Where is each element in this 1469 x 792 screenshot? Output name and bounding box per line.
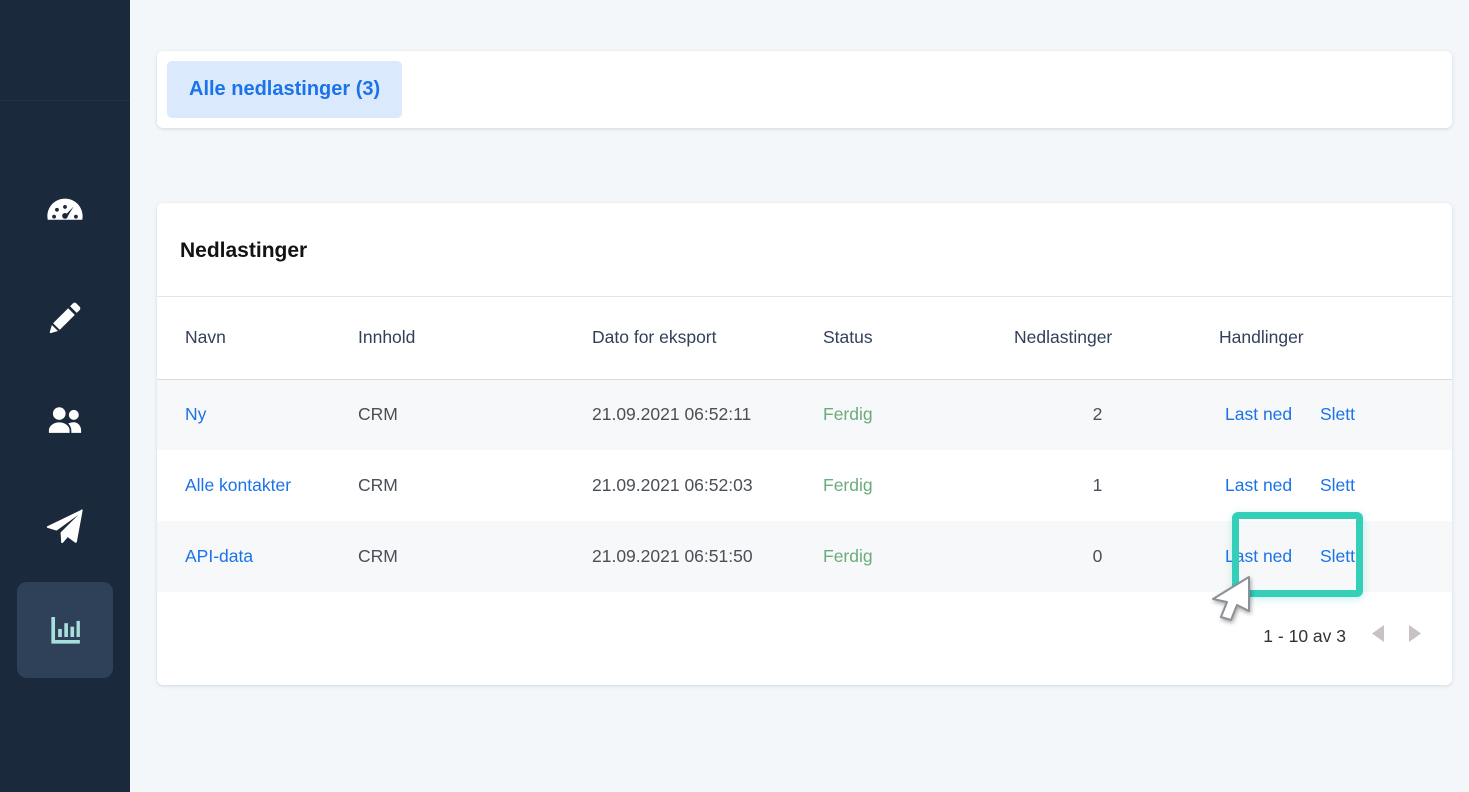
downloads-card: Nedlastinger Navn Innhold Dato for ekspo… — [157, 203, 1452, 685]
status-badge: Ferdig — [823, 546, 873, 566]
table-header-row: Navn Innhold Dato for eksport Status Ned… — [157, 297, 1452, 379]
cell-innhold: CRM — [358, 521, 592, 592]
tab-alle-nedlastinger[interactable]: Alle nedlastinger (3) — [167, 61, 402, 118]
sidebar-item-reports[interactable] — [17, 578, 113, 682]
cell-status: Ferdig — [823, 450, 1014, 521]
slett-link[interactable]: Slett — [1320, 546, 1355, 567]
pencil-icon — [44, 297, 86, 339]
sidebar-nav — [17, 162, 113, 682]
column-header-navn[interactable]: Navn — [157, 297, 358, 379]
cell-nedlastinger: 1 — [1014, 450, 1219, 521]
people-icon — [42, 399, 88, 445]
pagination-prev-button[interactable] — [1360, 618, 1396, 654]
cell-navn: Alle kontakter — [157, 450, 358, 521]
pagination: 1 - 10 av 3 — [1263, 618, 1432, 654]
cell-handlinger: Last ned Slett — [1219, 521, 1452, 592]
slett-link[interactable]: Slett — [1320, 404, 1355, 425]
cell-status: Ferdig — [823, 379, 1014, 450]
paper-plane-icon — [42, 503, 88, 549]
download-name-link[interactable]: API-data — [185, 546, 253, 566]
cell-dato: 21.09.2021 06:51:50 — [592, 521, 823, 592]
cell-handlinger: Last ned Slett — [1219, 450, 1452, 521]
sidebar-item-campaigns[interactable] — [17, 474, 113, 578]
sidebar-item-dashboard[interactable] — [17, 162, 113, 266]
gauge-icon — [42, 191, 88, 237]
sidebar-item-contacts[interactable] — [17, 370, 113, 474]
cell-dato: 21.09.2021 06:52:11 — [592, 379, 823, 450]
sidebar — [0, 0, 130, 792]
cell-innhold: CRM — [358, 379, 592, 450]
page-title: Nedlastinger — [180, 239, 307, 263]
cell-navn: Ny — [157, 379, 358, 450]
slett-link[interactable]: Slett — [1320, 475, 1355, 496]
column-header-status[interactable]: Status — [823, 297, 1014, 379]
column-header-dato[interactable]: Dato for eksport — [592, 297, 823, 379]
cell-status: Ferdig — [823, 521, 1014, 592]
sidebar-item-editor[interactable] — [17, 266, 113, 370]
cell-nedlastinger: 0 — [1014, 521, 1219, 592]
last-ned-link[interactable]: Last ned — [1225, 546, 1320, 567]
tabs-card: Alle nedlastinger (3) — [157, 51, 1452, 128]
sidebar-active-indicator — [17, 582, 113, 678]
row-actions: Last ned Slett — [1225, 404, 1452, 425]
table-row: Alle kontakter CRM 21.09.2021 06:52:03 F… — [157, 450, 1452, 521]
main-content: Alle nedlastinger (3) Nedlastinger Navn … — [130, 0, 1469, 792]
table-row: Ny CRM 21.09.2021 06:52:11 Ferdig 2 Last… — [157, 379, 1452, 450]
row-actions: Last ned Slett — [1225, 475, 1452, 496]
last-ned-link[interactable]: Last ned — [1225, 404, 1320, 425]
column-header-nedlastinger[interactable]: Nedlastinger — [1014, 297, 1219, 379]
app-window: Alle nedlastinger (3) Nedlastinger Navn … — [0, 0, 1469, 792]
cell-navn: API-data — [157, 521, 358, 592]
table-row: API-data CRM 21.09.2021 06:51:50 Ferdig … — [157, 521, 1452, 592]
status-badge: Ferdig — [823, 475, 873, 495]
pagination-range: 1 - 10 av 3 — [1263, 626, 1346, 647]
row-actions: Last ned Slett — [1225, 546, 1452, 567]
sidebar-divider — [0, 100, 130, 101]
table-head: Navn Innhold Dato for eksport Status Ned… — [157, 297, 1452, 379]
last-ned-link[interactable]: Last ned — [1225, 475, 1320, 496]
cell-nedlastinger: 2 — [1014, 379, 1219, 450]
download-name-link[interactable]: Alle kontakter — [185, 475, 291, 495]
status-badge: Ferdig — [823, 404, 873, 424]
cell-innhold: CRM — [358, 450, 592, 521]
cell-handlinger: Last ned Slett — [1219, 379, 1452, 450]
bar-chart-icon — [44, 609, 86, 651]
download-name-link[interactable]: Ny — [185, 404, 206, 424]
triangle-left-icon — [1370, 624, 1387, 648]
cell-dato: 21.09.2021 06:52:03 — [592, 450, 823, 521]
downloads-table: Navn Innhold Dato for eksport Status Ned… — [157, 297, 1452, 592]
column-header-innhold[interactable]: Innhold — [358, 297, 592, 379]
pagination-next-button[interactable] — [1396, 618, 1432, 654]
column-header-handlinger: Handlinger — [1219, 297, 1452, 379]
table-body: Ny CRM 21.09.2021 06:52:11 Ferdig 2 Last… — [157, 379, 1452, 592]
triangle-right-icon — [1406, 624, 1423, 648]
